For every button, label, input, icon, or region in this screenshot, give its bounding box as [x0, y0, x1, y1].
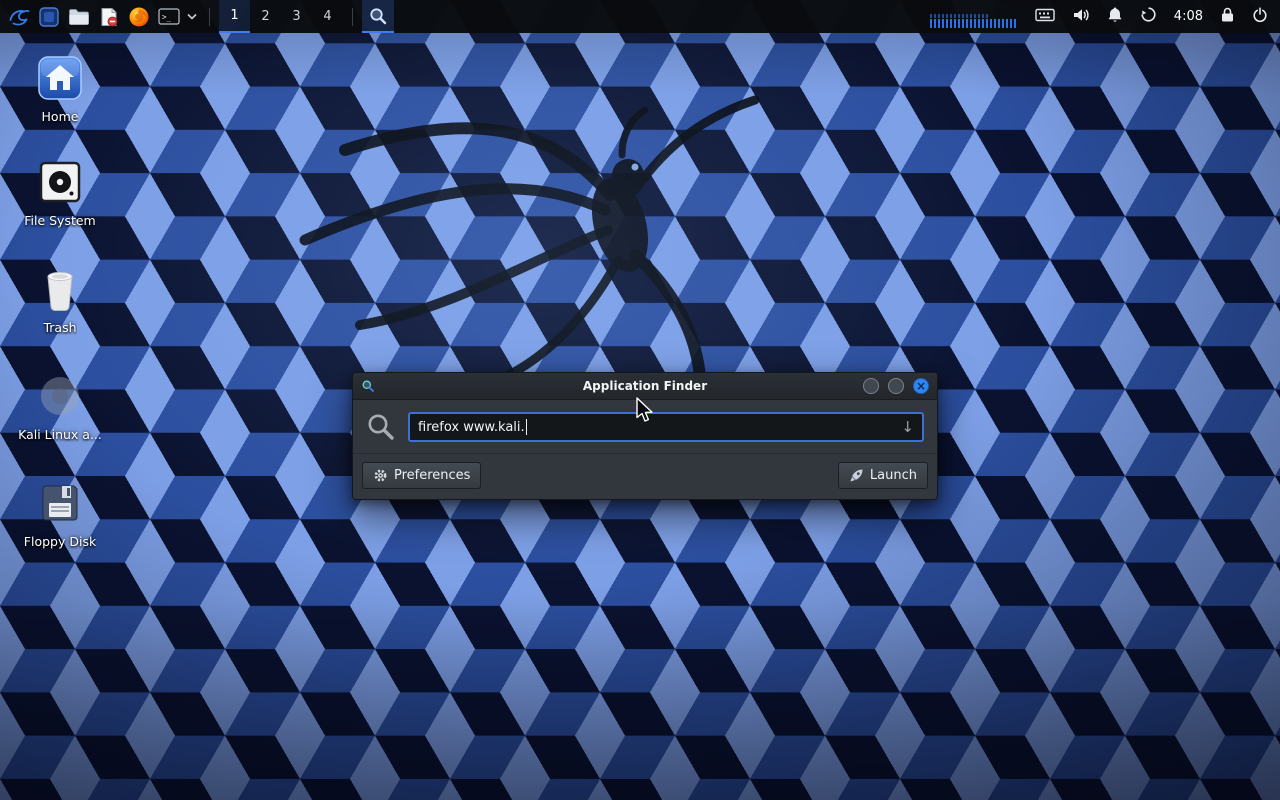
- search-icon: [366, 412, 396, 442]
- kali-disc-icon: [36, 372, 84, 420]
- application-finder-window: Application Finder × firefox www.kali. ↓…: [352, 372, 938, 500]
- window-title: Application Finder: [353, 379, 937, 393]
- close-icon: ×: [916, 380, 926, 392]
- search-input[interactable]: firefox www.kali. ↓: [408, 412, 924, 442]
- keyboard-layout-icon[interactable]: [1035, 7, 1055, 26]
- preferences-label: Preferences: [394, 468, 470, 483]
- files-app-icon[interactable]: [34, 0, 64, 33]
- home-icon: [36, 54, 84, 102]
- firefox-icon[interactable]: [124, 0, 154, 33]
- system-tray: 4:08: [930, 4, 1272, 30]
- dialog-footer: Preferences Launch: [353, 453, 937, 499]
- workspace-4-label: 4: [323, 9, 331, 24]
- volume-icon[interactable]: [1072, 7, 1090, 27]
- text-editor-icon[interactable]: [94, 0, 124, 33]
- workspace-1-label: 1: [230, 8, 238, 23]
- desktop-icon-kali-linux[interactable]: Kali Linux a...: [12, 372, 108, 442]
- terminal-icon[interactable]: >_: [154, 0, 184, 33]
- clock[interactable]: 4:08: [1174, 9, 1203, 24]
- desktop-icon-floppy-disk[interactable]: Floppy Disk: [12, 479, 108, 549]
- file-system-icon: [36, 158, 84, 206]
- mouse-cursor: [636, 397, 655, 424]
- trash-icon: [36, 265, 84, 313]
- dropdown-arrow-icon[interactable]: ↓: [901, 418, 914, 436]
- workspace-3[interactable]: 3: [281, 0, 312, 33]
- workspace-2[interactable]: 2: [250, 0, 281, 33]
- workspace-2-label: 2: [261, 9, 269, 24]
- top-panel: >_ 1 2 3 4: [0, 0, 1280, 33]
- gear-icon: [373, 468, 388, 483]
- preferences-button[interactable]: Preferences: [362, 462, 481, 489]
- desktop-icon-label: Floppy Disk: [24, 534, 96, 549]
- search-task-icon: [368, 6, 388, 26]
- floppy-icon: [36, 479, 84, 527]
- close-button[interactable]: ×: [913, 378, 929, 394]
- desktop-icon-label: Trash: [43, 320, 76, 335]
- desktop-icon-label: File System: [24, 213, 96, 228]
- launch-label: Launch: [870, 468, 917, 483]
- updates-icon[interactable]: [1140, 6, 1157, 27]
- desktop-icon-home[interactable]: Home: [12, 54, 108, 124]
- workspace-3-label: 3: [292, 9, 300, 24]
- launch-button[interactable]: Launch: [838, 462, 928, 489]
- desktop-icon-label: Kali Linux a...: [18, 427, 102, 442]
- appfinder-window-icon: [361, 379, 375, 393]
- workspace-4[interactable]: 4: [312, 0, 343, 33]
- svg-text:>_: >_: [162, 13, 172, 22]
- chevron-down-icon[interactable]: [184, 0, 200, 33]
- panel-separator: [209, 8, 210, 26]
- desktop-icon-file-system[interactable]: File System: [12, 158, 108, 228]
- power-icon[interactable]: [1252, 7, 1268, 27]
- file-manager-icon[interactable]: [64, 0, 94, 33]
- appfinder-task-button[interactable]: [362, 0, 394, 33]
- title-bar[interactable]: Application Finder ×: [353, 373, 937, 400]
- audio-visualizer: [930, 4, 1018, 30]
- launch-icon: [849, 468, 864, 483]
- notifications-icon[interactable]: [1107, 6, 1123, 27]
- maximize-button[interactable]: [888, 378, 904, 394]
- window-controls: ×: [863, 378, 929, 394]
- desktop-icon-trash[interactable]: Trash: [12, 265, 108, 335]
- text-cursor: [526, 419, 527, 435]
- search-input-value: firefox www.kali.: [418, 420, 525, 435]
- workspace-1[interactable]: 1: [219, 0, 250, 33]
- panel-separator: [352, 8, 353, 26]
- screen-lock-icon[interactable]: [1220, 6, 1235, 27]
- kali-menu-icon[interactable]: [4, 0, 34, 33]
- desktop-icon-label: Home: [42, 109, 79, 124]
- minimize-button[interactable]: [863, 378, 879, 394]
